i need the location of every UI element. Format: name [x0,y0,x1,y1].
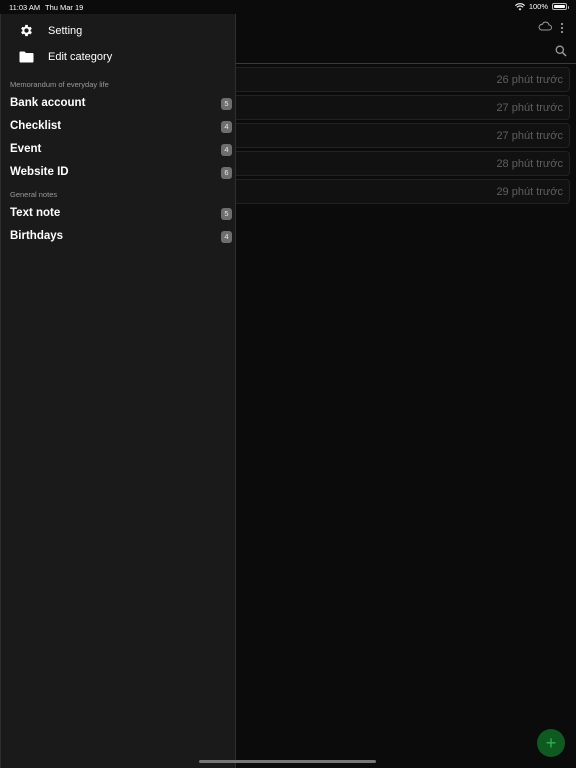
category-item-website-id[interactable]: Website ID 6 [1,164,237,184]
category-item-event[interactable]: Event 4 [1,141,237,161]
status-time: 11:03 AM [9,3,41,12]
menu-item-label: Setting [48,24,83,37]
battery-percent: 100% [528,2,548,11]
note-card[interactable]: 29 phút trước [236,179,570,204]
status-bar: 11:03 AM Thu Mar 19 100% [0,0,576,14]
count-badge: 6 [221,167,232,179]
count-badge: 4 [221,231,232,243]
status-right: 100% [514,2,569,11]
menu-item-edit-category[interactable]: Edit category [19,51,112,63]
note-card[interactable]: 27 phút trước [236,123,570,148]
wifi-icon [514,2,525,10]
count-badge: 4 [221,144,232,156]
note-time-ago: 27 phút trước [496,102,563,114]
navigation-drawer: Setting Edit category Memorandum of ever… [0,14,236,768]
category-name: Birthdays [10,230,64,242]
more-vertical-icon[interactable] [560,22,564,34]
gear-icon [21,24,32,37]
category-item-text-note[interactable]: Text note 5 [1,205,237,225]
note-card[interactable]: 28 phút trước [236,151,570,176]
search-bar[interactable] [236,42,576,64]
menu-item-label: Edit category [48,51,113,63]
top-toolbar [236,14,576,42]
status-date: Thu Mar 19 [45,3,84,12]
search-icon[interactable] [555,45,567,57]
note-card[interactable]: 26 phút trước [236,67,570,92]
category-item-checklist[interactable]: Checklist 4 [1,118,237,138]
category-name: Event [10,143,42,155]
count-badge: 4 [221,121,232,133]
count-badge: 5 [221,98,232,110]
battery-icon [552,3,569,10]
note-time-ago: 28 phút trước [496,158,563,170]
count-badge: 5 [221,208,232,220]
add-note-button[interactable]: + [537,729,565,757]
category-name: Text note [10,207,61,219]
note-card[interactable]: 27 phút trước [236,95,570,120]
menu-item-setting[interactable]: Setting [19,23,82,38]
category-item-bank-account[interactable]: Bank account 5 [1,95,237,115]
cloud-icon[interactable] [538,21,552,31]
category-name: Bank account [10,97,86,109]
home-indicator[interactable] [199,760,376,763]
note-time-ago: 29 phút trước [496,186,563,198]
note-list-screen: 26 phút trước 27 phút trước 27 phút trướ… [236,14,576,768]
note-time-ago: 27 phút trước [496,130,563,142]
category-item-birthdays[interactable]: Birthdays 4 [1,228,237,248]
category-name: Checklist [10,120,62,132]
section-header: General notes [10,190,58,199]
section-header: Memorandum of everyday life [10,80,109,89]
category-name: Website ID [10,166,69,178]
folder-icon [19,51,34,63]
note-time-ago: 26 phút trước [496,74,563,86]
